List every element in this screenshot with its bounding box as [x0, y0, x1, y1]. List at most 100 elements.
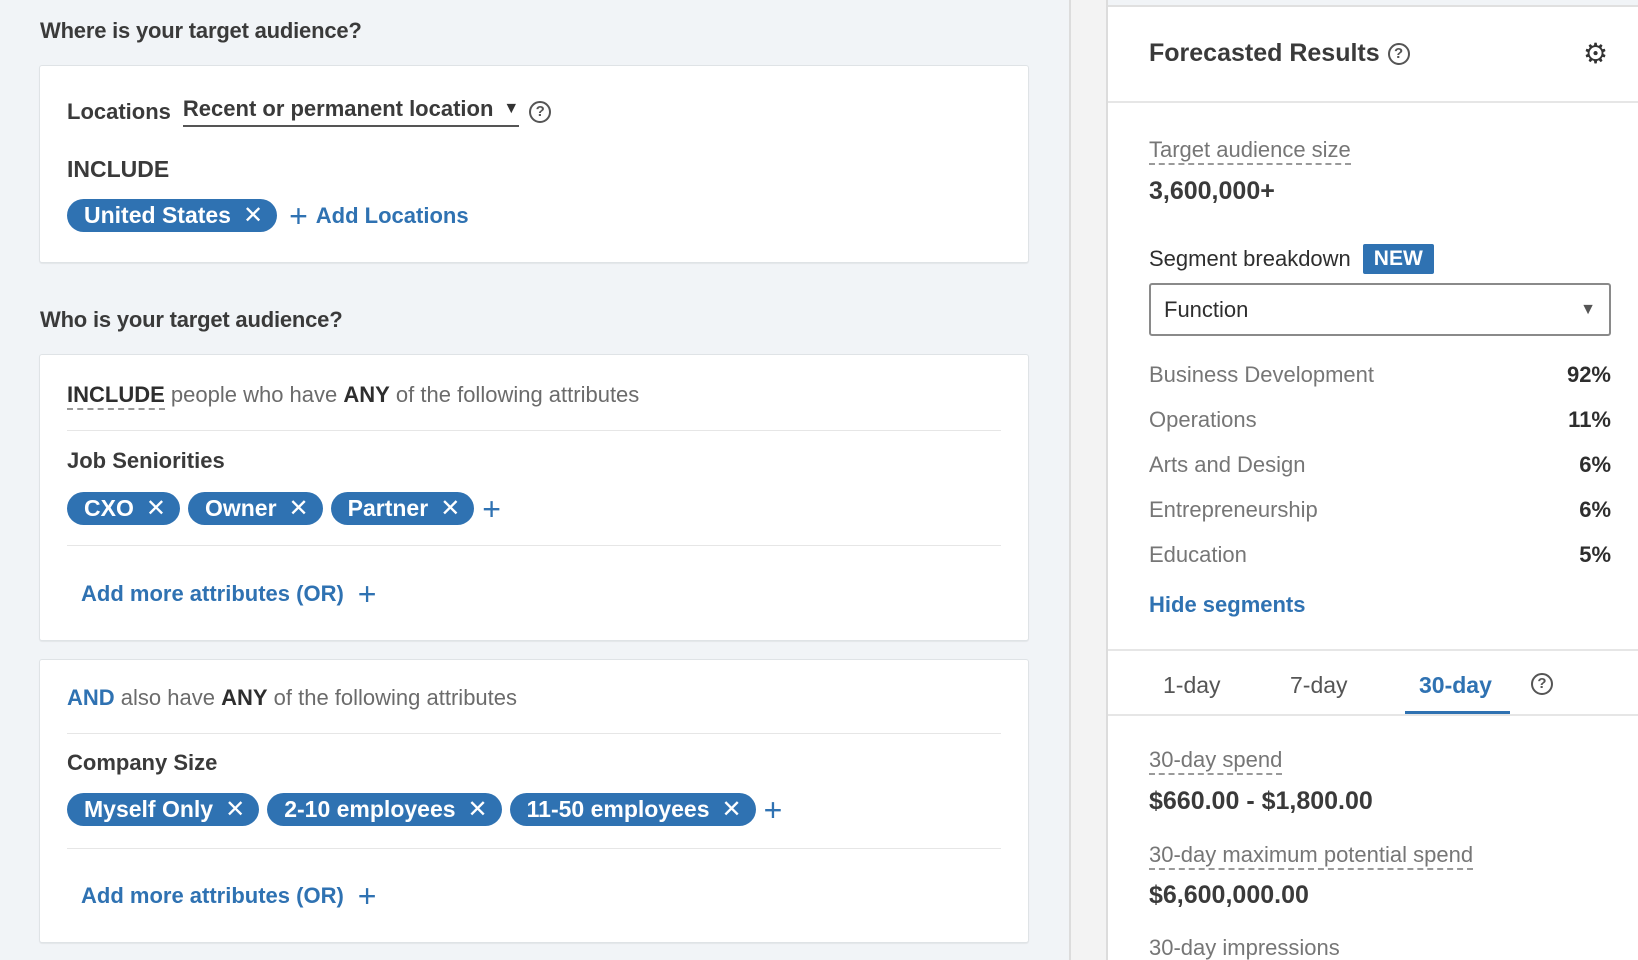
and-group-description: AND also have ANY of the following attri…	[67, 685, 517, 711]
help-icon[interactable]: ?	[529, 100, 552, 123]
divider	[67, 545, 1001, 546]
chip-11-50-employees: 11-50 employees ✕	[509, 793, 756, 826]
close-icon[interactable]: ✕	[468, 795, 488, 824]
chip-partner: Partner ✕	[330, 492, 475, 525]
chip-2-10-employees: 2-10 employees ✕	[267, 793, 502, 826]
max-spend-value: $6,600,000.00	[1149, 881, 1309, 909]
audience-size-value: 3,600,000+	[1149, 177, 1275, 205]
chip-label: Owner	[204, 495, 277, 521]
desc-text: of the following attributes	[389, 382, 640, 407]
add-more-label: Add more attributes (OR)	[81, 581, 344, 606]
company-size-chips: Myself Only ✕ 2-10 employees ✕ 11-50 emplo…	[67, 793, 782, 826]
add-more-label: Add more attributes (OR)	[81, 883, 344, 908]
forecast-panel: Forecasted Results ? ⚙ Target audience s…	[1108, 5, 1638, 960]
plus-icon: +	[289, 197, 308, 234]
close-icon[interactable]: ✕	[243, 201, 263, 230]
max-spend-label[interactable]: 30-day maximum potential spend	[1149, 842, 1474, 870]
location-type-dropdown[interactable]: Recent or permanent location ▼	[182, 96, 520, 127]
include-group-description: INCLUDE people who have ANY of the follo…	[67, 382, 640, 410]
segment-select[interactable]: Function ▼	[1149, 283, 1611, 336]
divider	[67, 848, 1001, 849]
segment-breakdown-label: Segment breakdown	[1149, 246, 1351, 271]
divider	[1108, 649, 1638, 651]
segment-name: Operations	[1149, 407, 1257, 432]
close-icon[interactable]: ✕	[146, 494, 166, 523]
segment-row: Entrepreneurship 6%	[1149, 497, 1611, 523]
chip-cxo: CXO ✕	[67, 492, 180, 525]
desc-text: people who have	[164, 382, 344, 407]
gear-icon[interactable]: ⚙	[1583, 37, 1608, 70]
tab-1-day[interactable]: 1-day	[1163, 672, 1221, 699]
hide-segments-link[interactable]: Hide segments	[1149, 592, 1306, 618]
tab-30-day[interactable]: 30-day	[1419, 672, 1492, 699]
add-more-attributes-button[interactable]: Add more attributes (OR) +	[81, 578, 376, 610]
include-keyword[interactable]: INCLUDE	[67, 382, 165, 410]
plus-icon: +	[357, 576, 377, 612]
locations-label: Locations	[67, 98, 171, 124]
any-keyword: ANY	[221, 685, 268, 710]
add-more-attributes-button[interactable]: Add more attributes (OR) +	[81, 880, 376, 912]
chip-myself-only: Myself Only ✕	[67, 793, 260, 826]
segment-pct: 5%	[1579, 542, 1611, 567]
close-icon[interactable]: ✕	[440, 494, 460, 523]
add-locations-label: Add Locations	[315, 202, 469, 228]
chip-label: United States	[84, 202, 231, 228]
location-type-value: Recent or permanent location	[182, 96, 494, 121]
caret-down-icon: ▼	[503, 100, 520, 117]
spend-label[interactable]: 30-day spend	[1149, 747, 1283, 775]
forecast-title: Forecasted Results	[1149, 39, 1380, 67]
column-divider	[1069, 0, 1108, 960]
divider	[67, 430, 1001, 431]
seniority-chips: CXO ✕ Owner ✕ Partner ✕ +	[67, 492, 501, 525]
include-label: INCLUDE	[67, 156, 170, 182]
divider	[1108, 101, 1638, 103]
close-icon[interactable]: ✕	[289, 494, 309, 523]
add-seniority-plus-icon[interactable]: +	[482, 493, 501, 525]
segment-pct: 6%	[1579, 452, 1611, 477]
close-icon[interactable]: ✕	[225, 795, 245, 824]
location-chips: United States ✕ + Add Locations	[67, 199, 469, 232]
chip-label: Myself Only	[84, 796, 214, 822]
spend-value: $660.00 - $1,800.00	[1149, 787, 1373, 815]
segment-select-value: Function	[1164, 296, 1249, 322]
chip-owner: Owner ✕	[187, 492, 323, 525]
segment-pct: 11%	[1568, 407, 1611, 432]
audience-size-label[interactable]: Target audience size	[1149, 137, 1351, 165]
chip-label: 11-50 employees	[526, 796, 710, 822]
facet-label-company-size: Company Size	[67, 750, 218, 775]
segment-row: Operations 11%	[1149, 407, 1611, 433]
segment-name: Entrepreneurship	[1149, 497, 1318, 522]
segment-row: Education 5%	[1149, 542, 1611, 568]
where-heading: Where is your target audience?	[40, 18, 362, 43]
segment-name: Business Development	[1149, 362, 1375, 387]
plus-icon: +	[357, 878, 377, 914]
include-group-card: INCLUDE people who have ANY of the follo…	[39, 354, 1029, 641]
segment-row: Arts and Design 6%	[1149, 452, 1611, 478]
caret-down-icon: ▼	[1580, 300, 1596, 318]
and-group-card: AND also have ANY of the following attri…	[39, 659, 1029, 943]
chip-label: CXO	[84, 495, 134, 521]
help-icon[interactable]: ?	[1531, 673, 1553, 695]
and-keyword[interactable]: AND	[67, 685, 115, 710]
desc-text: also have	[114, 685, 222, 710]
chip-label: Partner	[347, 495, 429, 521]
chip-label: 2-10 employees	[284, 796, 456, 822]
new-badge: NEW	[1362, 244, 1434, 274]
help-icon[interactable]: ?	[1387, 42, 1410, 65]
locations-card: Locations Recent or permanent location ▼…	[39, 65, 1029, 263]
desc-text: of the following attributes	[267, 685, 518, 710]
segment-name: Education	[1149, 542, 1247, 567]
segment-pct: 92%	[1566, 362, 1611, 387]
divider	[1108, 714, 1638, 716]
facet-label-job-seniorities: Job Seniorities	[67, 448, 225, 473]
segment-row: Business Development 92%	[1149, 362, 1611, 388]
chip-united-states: United States ✕	[67, 199, 278, 232]
segment-pct: 6%	[1579, 497, 1611, 522]
add-locations-button[interactable]: + Add Locations	[289, 200, 468, 232]
any-keyword: ANY	[343, 382, 390, 407]
divider	[67, 733, 1001, 734]
impressions-label[interactable]: 30-day impressions	[1149, 935, 1340, 960]
add-company-size-plus-icon[interactable]: +	[764, 794, 783, 826]
close-icon[interactable]: ✕	[722, 795, 742, 824]
tab-7-day[interactable]: 7-day	[1290, 672, 1348, 699]
